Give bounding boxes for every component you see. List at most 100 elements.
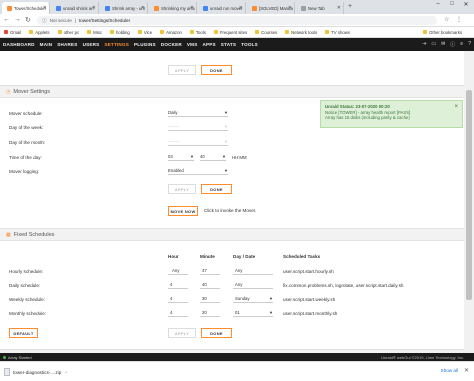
bookmark-other-pc[interactable]: other pc: [57, 30, 79, 35]
nav-settings[interactable]: SETTINGS: [104, 42, 129, 47]
bookmark-tv-shows[interactable]: TV shows: [325, 30, 350, 35]
nav-dashboard[interactable]: DASHBOARD: [3, 42, 35, 47]
bookmark-gmail[interactable]: Gmail: [4, 30, 21, 35]
daily-hour-select[interactable]: 4: [168, 281, 188, 289]
scrollbar-thumb[interactable]: [466, 90, 472, 300]
mover-logging-select[interactable]: Enabled ▼: [168, 167, 228, 175]
close-tab-icon[interactable]: ✕: [43, 5, 47, 11]
download-item[interactable]: tower-diagnostics-....zip ^: [4, 366, 67, 378]
menu-dots-icon[interactable]: ⋮: [456, 16, 462, 23]
caret-down-icon: ▼: [222, 154, 226, 159]
nav-plugins[interactable]: PLUGINS: [134, 42, 156, 47]
bookmark-other-bookmarks[interactable]: Other bookmarks: [423, 30, 462, 35]
feedback-icon[interactable]: ✉: [441, 41, 445, 48]
close-tab-icon[interactable]: ✕: [239, 5, 243, 11]
array-status-text: Array Started: [8, 354, 32, 360]
mover-schedule-select[interactable]: Daily ▼: [168, 109, 228, 117]
time-minute-select[interactable]: 40 ▼: [200, 153, 226, 161]
mover-apply-button[interactable]: APPLY: [168, 184, 196, 194]
terminal-icon[interactable]: ▭: [431, 41, 436, 48]
nav-shares[interactable]: SHARES: [57, 42, 77, 47]
move-now-button[interactable]: MOVE NOW: [168, 206, 198, 216]
monthly-date-select[interactable]: 01 ▼: [233, 309, 273, 317]
close-tab-icon[interactable]: ✕: [190, 5, 194, 11]
apply-button-top[interactable]: APPLY: [168, 65, 196, 75]
mover-done-button[interactable]: DONE: [201, 184, 232, 194]
tab-unraid-shrink-array[interactable]: unraid shrink arr ✕: [51, 2, 99, 14]
section-title: Fixed Schedules: [13, 231, 55, 238]
show-all-downloads-link[interactable]: Show all: [441, 368, 458, 373]
daily-minute-select[interactable]: 40: [200, 281, 220, 289]
weekly-hour-select[interactable]: 4: [168, 295, 188, 303]
bookmark-star-icon[interactable]: ☆: [444, 16, 449, 23]
hourly-hour-field[interactable]: Any: [168, 267, 188, 275]
weekly-day-select[interactable]: Sunday ▼: [233, 295, 273, 303]
url-separator: |: [74, 18, 77, 23]
tab-new-tab[interactable]: New Tab ✕: [296, 2, 344, 14]
bookmark-holding[interactable]: holding: [109, 30, 130, 35]
nav-docker[interactable]: DOCKER: [161, 42, 182, 47]
monthly-hour-select[interactable]: 4: [168, 309, 188, 317]
reload-icon[interactable]: ↻: [25, 16, 31, 24]
close-tab-icon[interactable]: ✕: [141, 5, 145, 11]
nav-stats[interactable]: STATS: [221, 42, 236, 47]
fixed-apply-button[interactable]: APPLY: [168, 328, 196, 338]
day-of-week-select[interactable]: -------- ▼: [168, 123, 228, 131]
tab-tower-scheduler[interactable]: Tower/Scheduler ✕: [2, 2, 50, 14]
forward-arrow-icon[interactable]: →: [14, 16, 21, 23]
help-icon[interactable]: ?: [468, 41, 471, 48]
weekly-minute-select[interactable]: 30: [200, 295, 220, 303]
minimize-icon[interactable]: –: [432, 1, 444, 7]
tab-shrinking-my-array[interactable]: Shrinking my arra ✕: [149, 2, 197, 14]
bookmark-tools[interactable]: Tools: [189, 30, 206, 35]
bookmark-applets[interactable]: Applets: [29, 29, 50, 35]
log-icon[interactable]: ≡: [460, 41, 463, 48]
bookmark-vice[interactable]: Vice: [137, 30, 152, 35]
field-value: 4: [170, 296, 173, 301]
monthly-minute-select[interactable]: 20: [200, 309, 220, 317]
tab-shrink-array[interactable]: Shrink array - unr ✕: [100, 2, 148, 14]
fixed-done-button[interactable]: DONE: [201, 328, 232, 338]
tab-title: unraid shrink arr: [63, 5, 95, 11]
select-value: 03: [168, 154, 173, 159]
default-button[interactable]: DEFAULT: [9, 328, 38, 338]
bookmark-network-tools[interactable]: Network tools: [285, 30, 317, 35]
info-icon[interactable]: ⓘ: [42, 18, 47, 24]
nav-apps[interactable]: APPS: [202, 42, 215, 47]
nav-tools[interactable]: TOOLS: [241, 42, 258, 47]
url-input[interactable]: ⓘ Not secure | tower/Settings/Scheduler: [37, 16, 437, 25]
bookmark-courses[interactable]: Courses: [255, 30, 277, 35]
new-tab-plus-icon[interactable]: +: [348, 3, 352, 10]
bookmark-frequent-sites[interactable]: Frequent sites: [213, 30, 247, 35]
close-notification-icon[interactable]: ×: [454, 104, 458, 110]
done-button-top[interactable]: DONE: [201, 65, 232, 75]
close-tab-icon[interactable]: ✕: [288, 5, 292, 11]
bookmark-label: Amazon: [166, 29, 182, 35]
nav-main[interactable]: MAIN: [40, 42, 53, 47]
chevron-up-icon[interactable]: ^: [65, 370, 67, 375]
tab-unraid-run-mover[interactable]: unraid run mover ✕: [198, 2, 246, 14]
close-tab-icon[interactable]: ✕: [337, 5, 341, 11]
close-download-bar-icon[interactable]: ✕: [464, 367, 469, 374]
hourly-day-field[interactable]: Any: [233, 267, 273, 275]
field-value: Any: [172, 268, 180, 273]
bookmarks-bar: Gmail Applets other pc Misc holding Vice…: [0, 27, 474, 38]
maximize-icon[interactable]: □: [446, 1, 458, 7]
daily-day-field[interactable]: Any: [233, 281, 273, 289]
time-hour-select[interactable]: 03 ▼: [168, 153, 194, 161]
download-bar: tower-diagnostics-....zip ^ Show all ✕: [0, 361, 474, 381]
mover-logging-label: Mover logging:: [9, 169, 40, 174]
nav-vms[interactable]: VMS: [187, 42, 198, 47]
tab-solved-manual[interactable]: [SOLVED] Manua ✕: [247, 2, 295, 14]
day-of-month-select[interactable]: -------- ▼: [168, 138, 228, 146]
hourly-minute-field[interactable]: 47: [200, 267, 220, 275]
nav-users[interactable]: USERS: [83, 42, 100, 47]
bookmark-misc[interactable]: Misc: [87, 30, 102, 35]
bookmark-label: Applets: [35, 29, 50, 35]
logout-icon[interactable]: ⇥: [422, 41, 426, 48]
back-arrow-icon[interactable]: ←: [3, 16, 10, 23]
close-tab-icon[interactable]: ✕: [92, 5, 96, 11]
bookmark-amazon[interactable]: Amazon: [160, 30, 182, 35]
info-icon[interactable]: ⓘ: [450, 41, 455, 48]
close-window-icon[interactable]: ✕: [460, 1, 472, 8]
